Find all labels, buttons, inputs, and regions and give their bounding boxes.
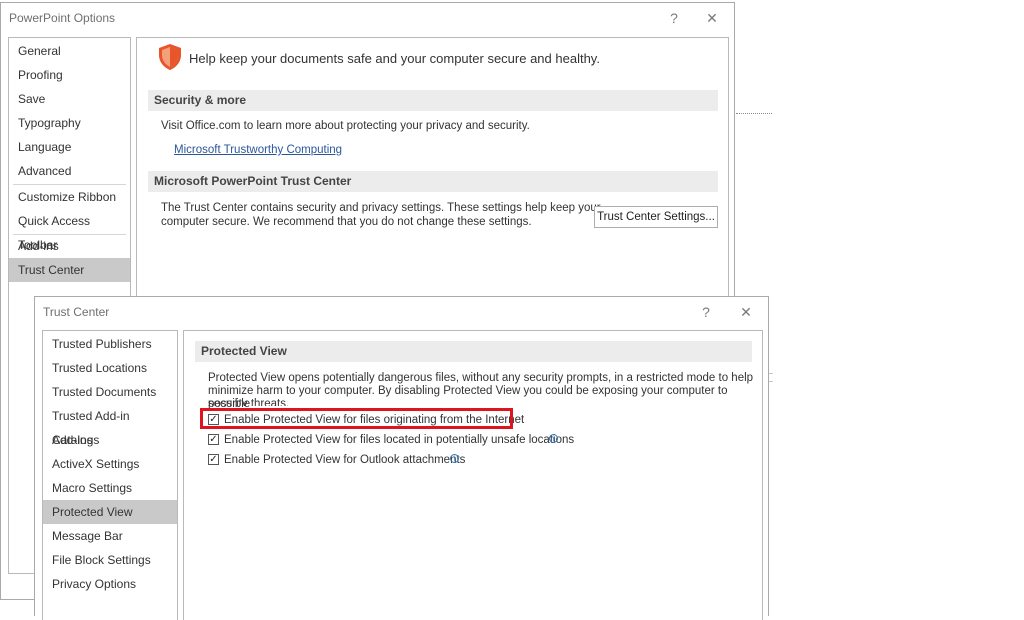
trust-center-heading: Microsoft PowerPoint Trust Center bbox=[148, 171, 718, 192]
background-dotted-line bbox=[736, 113, 772, 114]
nav-language[interactable]: Language bbox=[9, 135, 130, 159]
nav-trusted-documents[interactable]: Trusted Documents bbox=[43, 380, 177, 404]
trust-content-pane: Protected View Protected View opens pote… bbox=[183, 330, 763, 620]
security-more-heading: Security & more bbox=[148, 90, 718, 111]
outlook-attachments-checkbox[interactable]: ✓ bbox=[208, 454, 219, 465]
nav-macro-settings[interactable]: Macro Settings bbox=[43, 476, 177, 500]
trustworthy-computing-link[interactable]: Microsoft Trustworthy Computing bbox=[174, 144, 342, 156]
nav-proofing[interactable]: Proofing bbox=[9, 63, 130, 87]
security-description: Visit Office.com to learn more about pro… bbox=[161, 120, 530, 132]
trust-center-description-line2: computer secure. We recommend that you d… bbox=[161, 216, 532, 228]
nav-trusted-addin-catalogs[interactable]: Trusted Add-in Catalogs bbox=[43, 404, 177, 447]
trust-help-button[interactable]: ? bbox=[696, 302, 716, 322]
nav-trusted-locations[interactable]: Trusted Locations bbox=[43, 356, 177, 380]
highlight-box bbox=[200, 408, 513, 429]
nav-save[interactable]: Save bbox=[9, 87, 130, 111]
options-title: PowerPoint Options bbox=[9, 11, 116, 25]
options-help-button[interactable]: ? bbox=[664, 8, 684, 28]
nav-customize-ribbon[interactable]: Customize Ribbon bbox=[9, 185, 130, 209]
trust-center-description-line1: The Trust Center contains security and p… bbox=[161, 202, 601, 214]
protected-view-description-line3: security threats. bbox=[208, 398, 290, 406]
nav-trust-center[interactable]: Trust Center bbox=[9, 258, 130, 282]
nav-advanced[interactable]: Advanced bbox=[9, 159, 130, 183]
nav-add-ins[interactable]: Add-ins bbox=[9, 234, 130, 258]
nav-quick-access-toolbar[interactable]: Quick Access Toolbar bbox=[9, 209, 130, 252]
trust-titlebar: Trust Center ? ✕ bbox=[35, 297, 768, 327]
nav-protected-view[interactable]: Protected View bbox=[43, 500, 177, 524]
trust-close-button[interactable]: ✕ bbox=[736, 302, 756, 322]
protected-view-heading: Protected View bbox=[195, 341, 752, 362]
nav-trusted-publishers[interactable]: Trusted Publishers bbox=[43, 332, 177, 356]
trust-nav-pane: Trusted Publishers Trusted Locations Tru… bbox=[42, 330, 178, 620]
nav-general[interactable]: General bbox=[9, 39, 130, 63]
unsafe-locations-label[interactable]: Enable Protected View for files located … bbox=[224, 434, 574, 447]
nav-message-bar[interactable]: Message Bar bbox=[43, 524, 177, 548]
nav-typography[interactable]: Typography bbox=[9, 111, 130, 135]
nav-file-block-settings[interactable]: File Block Settings bbox=[43, 548, 177, 572]
unsafe-locations-checkbox[interactable]: ✓ bbox=[208, 434, 219, 445]
nav-add-ins[interactable]: Add-ins bbox=[43, 428, 177, 452]
nav-activex-settings[interactable]: ActiveX Settings bbox=[43, 452, 177, 476]
nav-privacy-options[interactable]: Privacy Options bbox=[43, 572, 177, 596]
trust-center-dialog: Trust Center ? ✕ Trusted Publishers Trus… bbox=[34, 296, 769, 620]
outlook-attachments-label[interactable]: Enable Protected View for Outlook attach… bbox=[224, 454, 465, 467]
shield-icon bbox=[159, 44, 181, 70]
background-guide bbox=[769, 381, 773, 382]
info-icon[interactable]: i bbox=[450, 454, 459, 463]
info-icon[interactable]: i bbox=[549, 434, 558, 443]
protected-view-description-line1: Protected View opens potentially dangero… bbox=[208, 372, 754, 384]
trust-title: Trust Center bbox=[43, 305, 110, 319]
banner-text: Help keep your documents safe and your c… bbox=[189, 51, 600, 66]
options-titlebar: PowerPoint Options ? ✕ bbox=[1, 3, 734, 33]
options-close-button[interactable]: ✕ bbox=[702, 8, 722, 28]
background-guide bbox=[769, 373, 773, 374]
trust-center-settings-button[interactable]: Trust Center Settings... bbox=[594, 206, 718, 228]
